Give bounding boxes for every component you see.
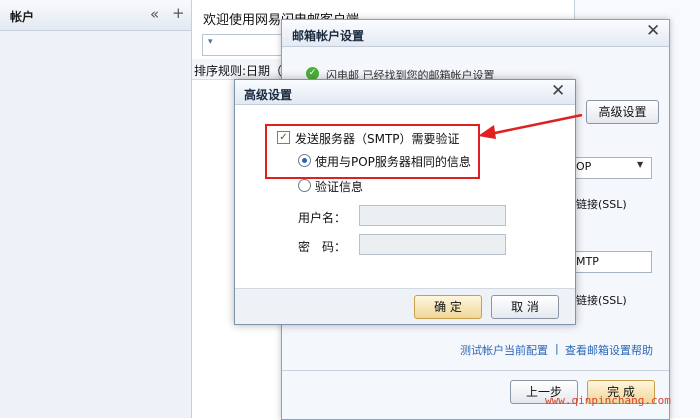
dialog-footer-divider: [282, 370, 669, 371]
password-label: 密 码：: [298, 240, 347, 254]
advanced-settings-button[interactable]: 高级设置: [586, 100, 659, 124]
cancel-button[interactable]: 取 消: [491, 295, 559, 319]
same-as-pop-label[interactable]: 使用与POP服务器相同的信息: [315, 153, 471, 170]
watermark-text: www.qinpinchang.com: [545, 394, 671, 407]
auth-info-label[interactable]: 验证信息: [315, 178, 363, 195]
radio-selected-dot: [302, 158, 307, 163]
add-account-icon[interactable]: +: [172, 5, 185, 21]
account-sidebar: [0, 0, 192, 418]
collapse-icon[interactable]: «: [150, 6, 159, 22]
smtp-server-value: MTP: [576, 255, 599, 268]
username-label: 用户名：: [298, 211, 347, 225]
close-icon[interactable]: ✕: [646, 21, 660, 41]
annotation-arrow-icon: [478, 113, 583, 139]
close-icon[interactable]: ✕: [551, 81, 565, 101]
chevron-down-icon[interactable]: ▼: [637, 160, 643, 169]
test-account-link[interactable]: 测试帐户当前配置: [460, 342, 548, 358]
sort-rule-text[interactable]: 排序规则:日期（: [194, 62, 282, 79]
chevron-down-icon[interactable]: ▾: [208, 37, 213, 47]
incoming-ssl-label: 链接(SSL): [576, 198, 627, 211]
smtp-auth-checkbox[interactable]: ✓: [277, 131, 290, 144]
username-input[interactable]: [359, 205, 506, 226]
mailbox-dialog-title: 邮箱帐户设置: [292, 29, 365, 43]
auth-info-radio[interactable]: [298, 179, 311, 192]
folder-dropdown[interactable]: [202, 34, 284, 56]
settings-help-link[interactable]: 查看邮箱设置帮助: [565, 342, 653, 358]
link-separator: |: [555, 342, 559, 355]
sidebar-title: 帐户: [10, 10, 35, 24]
confirm-button[interactable]: 确 定: [414, 295, 482, 319]
password-input[interactable]: [359, 234, 506, 255]
advanced-dialog-title: 高级设置: [244, 88, 293, 102]
outgoing-ssl-label: 链接(SSL): [576, 294, 627, 307]
protocol-select-value: OP: [576, 160, 592, 173]
smtp-auth-label[interactable]: 发送服务器（SMTP）需要验证: [295, 130, 460, 147]
